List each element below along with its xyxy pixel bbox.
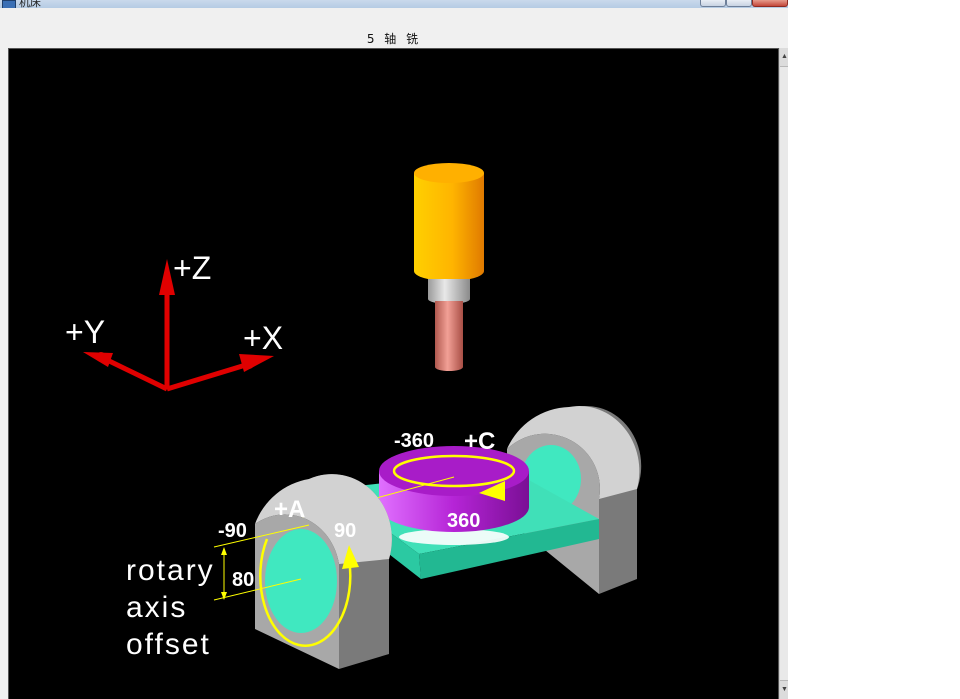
offset-caption-line3: offset <box>126 628 211 661</box>
z-axis-label: +Z <box>173 250 211 286</box>
coordinate-axes: +Z +Y +X <box>65 250 283 392</box>
offset-caption-line2: axis <box>126 591 187 624</box>
close-button[interactable] <box>752 0 788 7</box>
vertical-scrollbar[interactable]: ▲ ▼ <box>779 48 788 699</box>
maximize-button[interactable] <box>726 0 752 7</box>
scroll-down-arrow-icon[interactable]: ▼ <box>780 680 788 699</box>
a-axis-min-label: -90 <box>218 520 247 542</box>
x-axis-label: +X <box>243 320 283 356</box>
c-axis-label: +C <box>464 428 495 455</box>
scroll-up-arrow-icon[interactable]: ▲ <box>780 48 788 67</box>
machine-3d-viewport[interactable]: +Z +Y +X -360 +C 360 +A -90 90 80 rotary… <box>8 48 779 699</box>
machine-illustration: +Z +Y +X -360 +C 360 +A -90 90 80 rotary… <box>65 163 642 669</box>
view-caption: 5 轴 铣 <box>366 32 422 46</box>
offset-value-label: 80 <box>232 569 254 591</box>
c-axis-max-label: 360 <box>447 510 480 532</box>
a-axis-label: +A <box>274 496 305 523</box>
minimize-button[interactable] <box>700 0 726 7</box>
spindle <box>414 163 484 371</box>
y-axis-label: +Y <box>65 314 105 350</box>
view-caption-bar: 5 轴 铣 <box>0 8 788 48</box>
offset-caption-line1: rotary <box>126 554 215 587</box>
c-axis-min-label: -360 <box>394 430 434 452</box>
a-axis-max-label: 90 <box>334 520 356 542</box>
app-window: 机床 5 轴 铣 +Z +Y +X -360 +C 360 +A -90 90 … <box>0 0 788 699</box>
